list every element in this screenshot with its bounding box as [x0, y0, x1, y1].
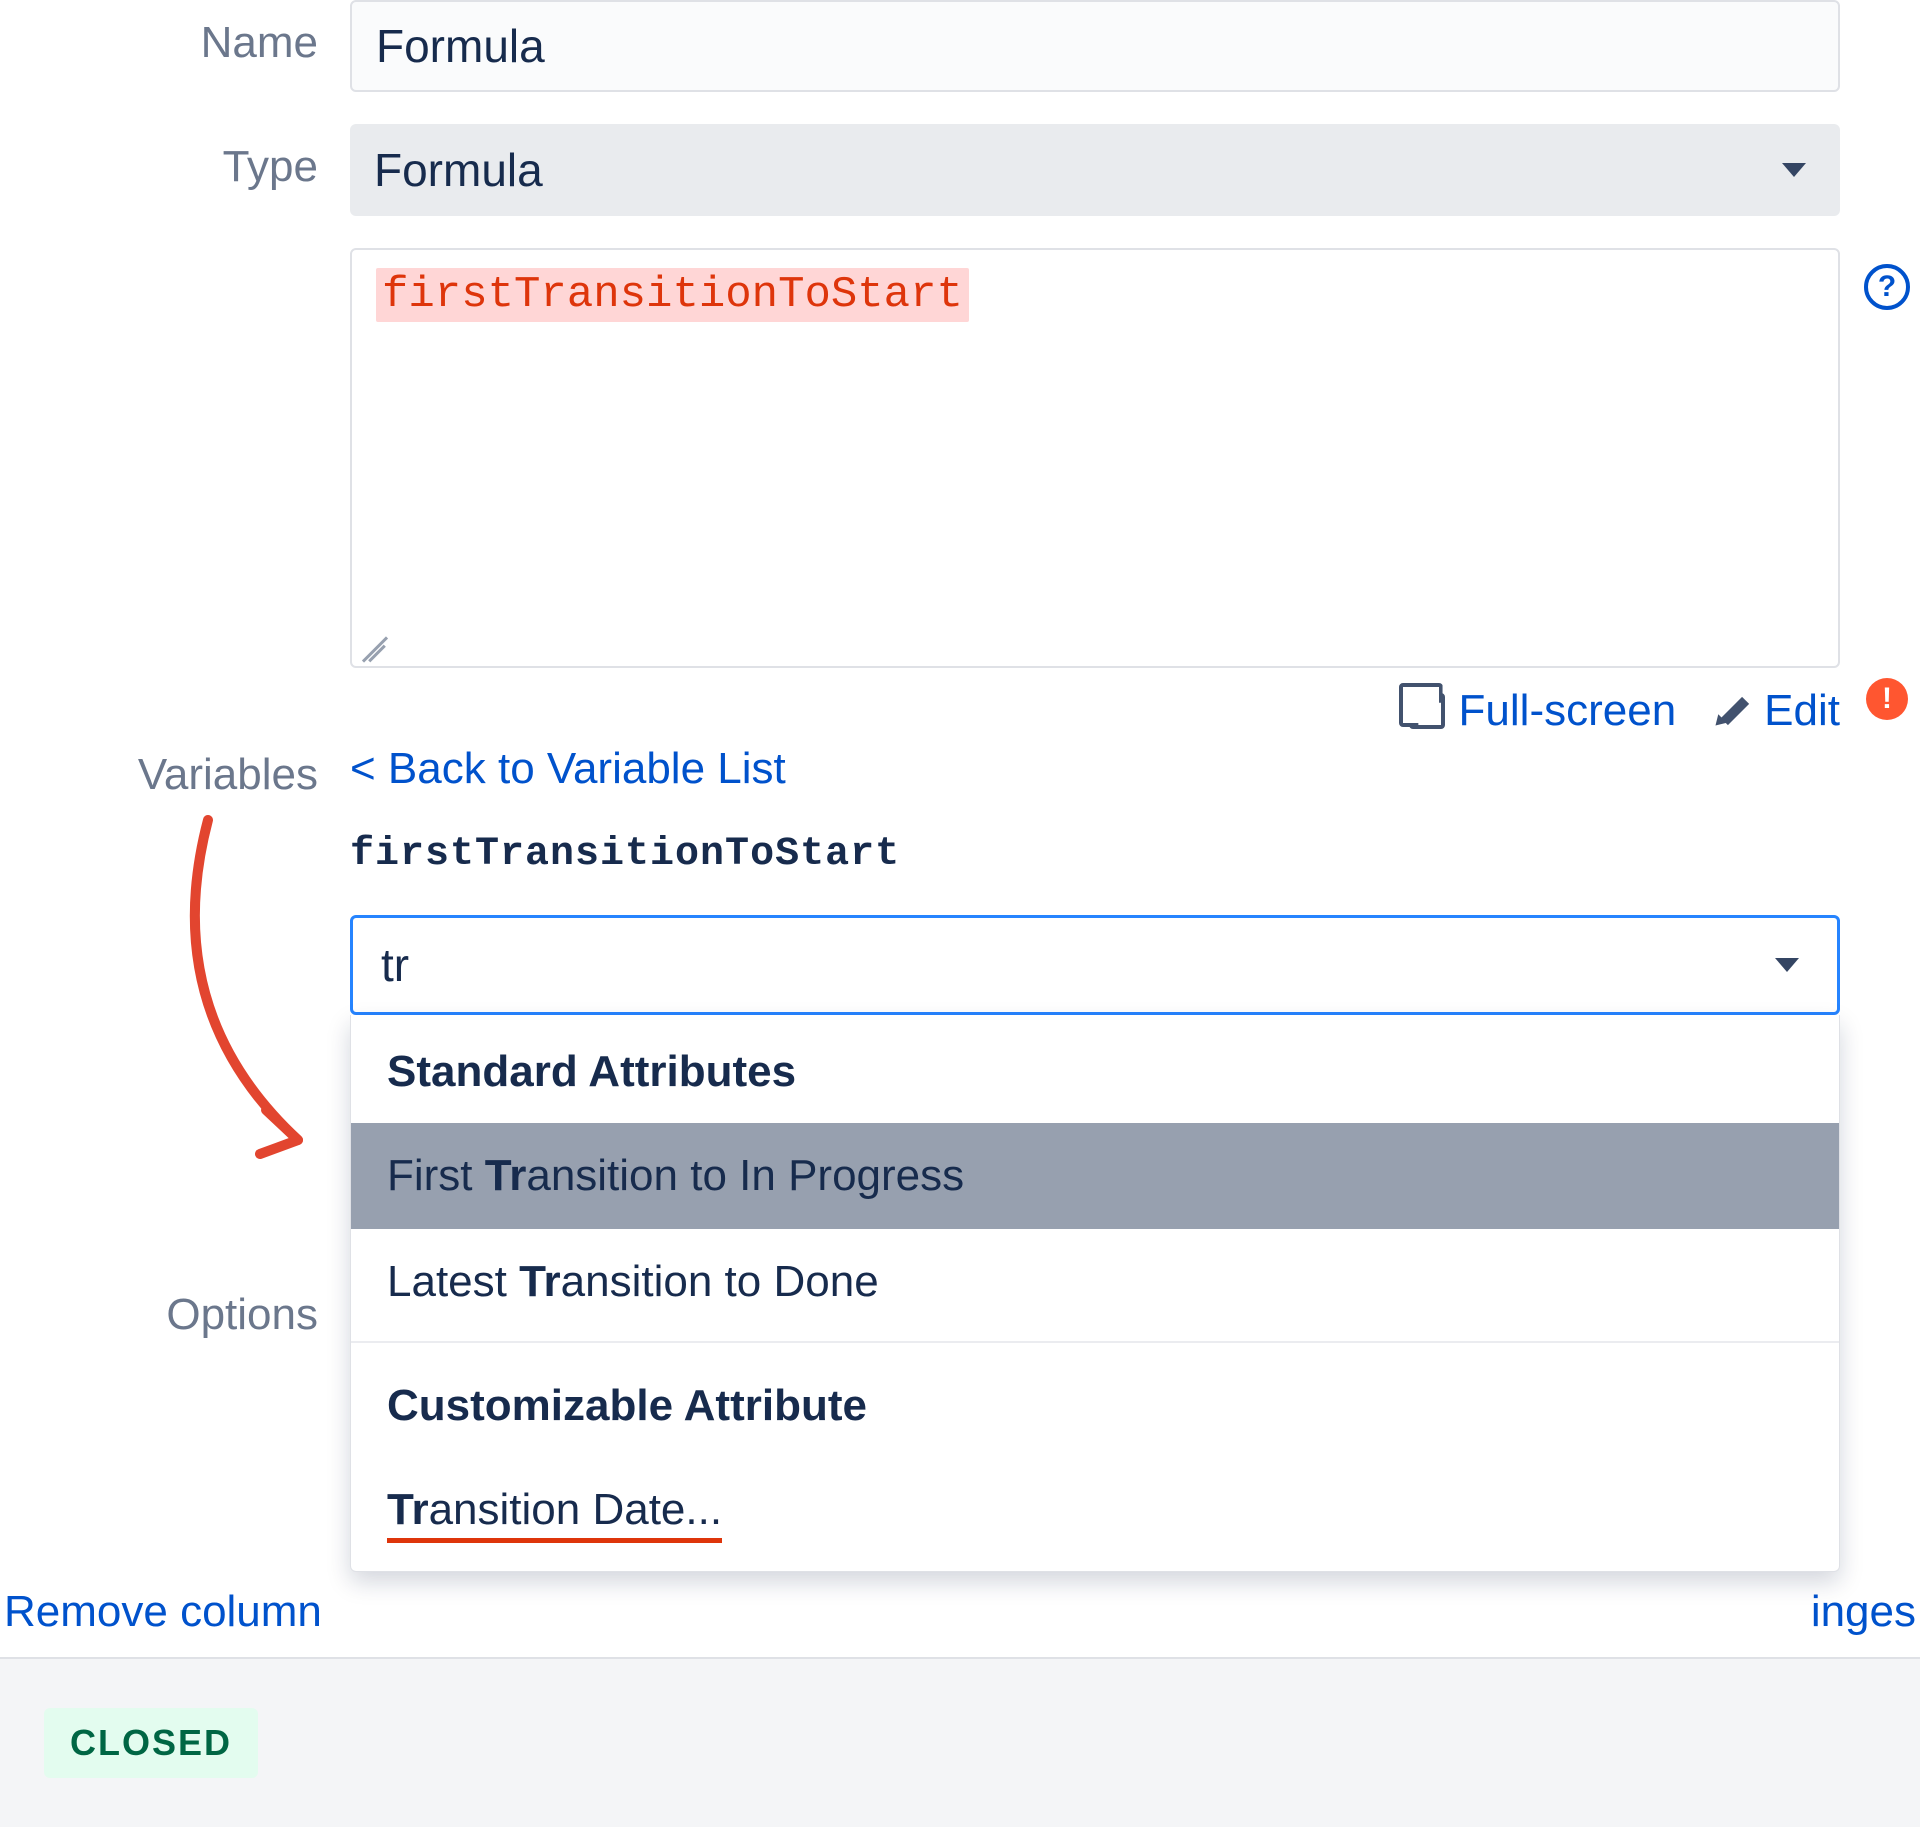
dropdown-panel: Standard Attributes First Transition to …: [351, 1015, 1839, 1571]
variable-search-value: tr: [381, 938, 409, 992]
footer-bar: CLOSED: [0, 1657, 1920, 1827]
resize-handle-icon[interactable]: [360, 630, 388, 658]
back-to-variable-list-link[interactable]: < Back to Variable List: [350, 744, 786, 793]
name-label: Name: [0, 0, 350, 68]
variable-name: firstTransitionToStart: [350, 832, 1840, 877]
pencil-icon: [1716, 694, 1750, 728]
edit-button[interactable]: Edit: [1716, 686, 1840, 736]
fullscreen-button[interactable]: Full-screen: [1409, 686, 1677, 736]
dropdown-group-header: Customizable Attribute: [351, 1349, 1839, 1457]
type-select[interactable]: Formula: [350, 124, 1840, 216]
status-badge-closed: CLOSED: [44, 1708, 258, 1778]
dropdown-item[interactable]: Transition Date...: [351, 1457, 1839, 1571]
type-select-value: Formula: [374, 143, 543, 197]
alert-icon[interactable]: !: [1866, 678, 1908, 720]
dropdown-group-header: Standard Attributes: [351, 1015, 1839, 1123]
formula-editor[interactable]: firstTransitionToStart: [350, 248, 1840, 668]
dropdown-divider: [351, 1341, 1839, 1343]
chevron-down-icon: [1775, 958, 1799, 972]
dropdown-item[interactable]: Latest Transition to Done: [351, 1229, 1839, 1335]
variable-search-input[interactable]: tr: [350, 915, 1840, 1015]
help-icon[interactable]: ?: [1864, 264, 1910, 310]
variables-label: Variables: [0, 744, 350, 800]
fullscreen-icon: [1409, 693, 1445, 729]
formula-token: firstTransitionToStart: [376, 268, 969, 322]
chevron-down-icon: [1782, 163, 1806, 177]
type-label: Type: [0, 124, 350, 192]
changes-link-fragment[interactable]: inges: [1811, 1587, 1916, 1637]
dropdown-item[interactable]: First Transition to In Progress: [351, 1123, 1839, 1229]
remove-column-link[interactable]: Remove column: [4, 1587, 322, 1637]
options-label: Options: [0, 1290, 350, 1340]
name-input[interactable]: [350, 0, 1840, 92]
